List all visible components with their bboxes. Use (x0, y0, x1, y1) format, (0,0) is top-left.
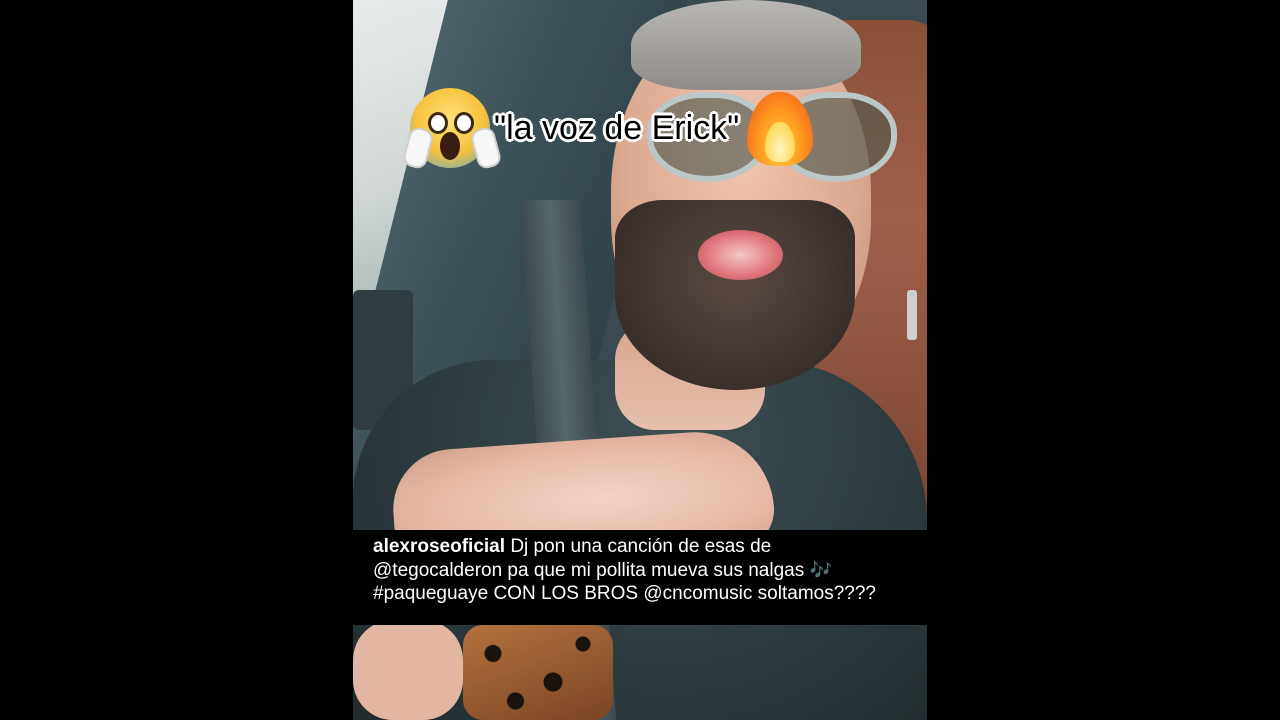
face-screaming-icon (401, 88, 503, 171)
person-hair (631, 0, 861, 90)
caption-bar: alexroseoficial Dj pon una canción de es… (353, 530, 927, 625)
person-mouth (698, 230, 783, 280)
headrest-post (907, 290, 917, 340)
video-viewport[interactable]: "la voz de Erick" alexroseoficial Dj pon… (0, 0, 1280, 720)
caption-username: alexroseoficial (373, 536, 506, 557)
person-beard (615, 200, 855, 390)
leopard-print-seat (463, 625, 613, 720)
fire-icon (743, 88, 817, 168)
musical-notes-icon: 🎶 (809, 559, 832, 581)
caption-text: alexroseoficial Dj pon una canción de es… (373, 535, 907, 606)
person-hand-lower (353, 620, 463, 720)
overlay-title: "la voz de Erick" (401, 88, 817, 171)
caption-line1: Dj pon una canción de esas de (510, 536, 772, 557)
overlay-title-text: "la voz de Erick" (494, 108, 740, 147)
video-frame[interactable]: "la voz de Erick" alexroseoficial Dj pon… (353, 0, 927, 720)
caption-line2: @tegocalderon pa que mi pollita mueva su… (373, 559, 805, 581)
caption-line3: #paqueguaye CON LOS BROS @cncomusic solt… (373, 583, 876, 604)
